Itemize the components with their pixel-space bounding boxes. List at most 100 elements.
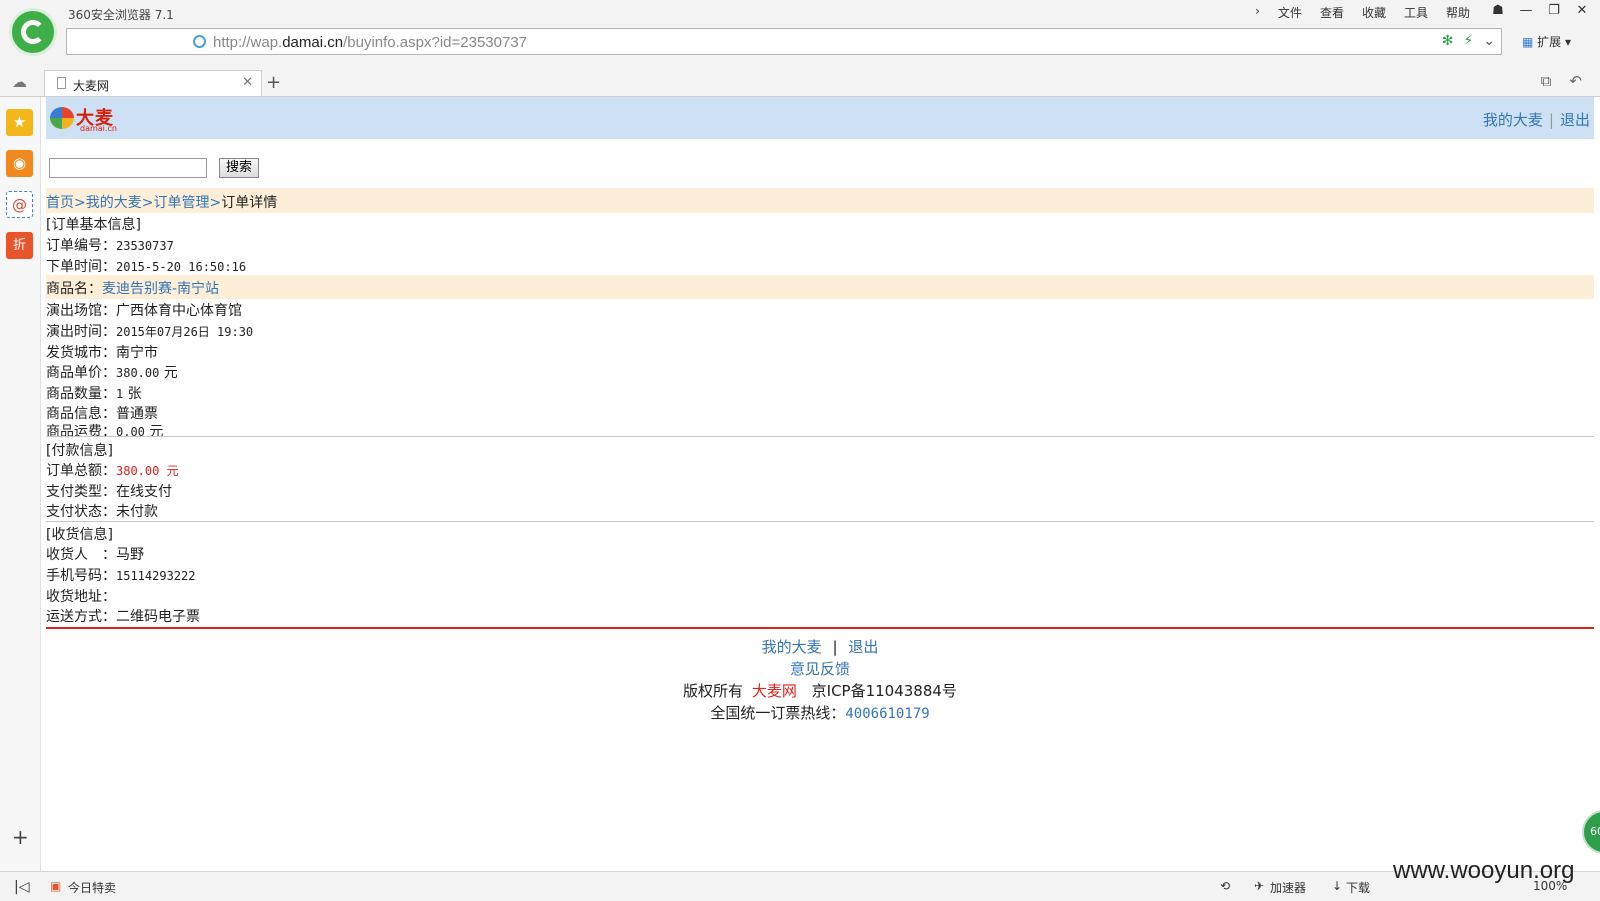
window-list-icon[interactable]: ⧉ <box>1541 72 1552 90</box>
status-bar: |◁ ▣ 今日特卖 ⟲ ✈ 加速器 ↓ 下载 100% <box>0 871 1600 901</box>
site-header: 大麦 damai.cn 我的大麦 | 退出 <box>46 97 1594 139</box>
hotline-number[interactable]: 4006610179 <box>845 706 929 722</box>
caret-down-icon: ▾ <box>1565 35 1572 49</box>
extensions-button[interactable]: ▦ 扩展 ▾ <box>1522 33 1571 50</box>
menu-file[interactable]: 文件 <box>1276 4 1304 21</box>
footer-copyright: 版权所有 大麦网 京ICP备11043884号 <box>683 682 957 700</box>
globe-icon <box>193 35 206 48</box>
divider <box>46 436 1594 437</box>
collapse-sidebar-icon[interactable]: |◁ <box>14 879 29 895</box>
payment-type: 支付类型：在线支付 <box>46 484 172 500</box>
title-bar: 360安全浏览器 7.1 › 文件 查看 收藏 工具 帮助 ☗ — ❐ ✕ <box>0 0 1600 26</box>
receiver: 收货人 ：马野 <box>46 547 144 563</box>
flower-logo-icon <box>50 107 74 129</box>
close-window-button[interactable]: ✕ <box>1568 0 1596 22</box>
section-order-basic: [订单基本信息] <box>46 217 141 233</box>
product-name: 商品名：麦迪告别赛-南宁站 <box>46 281 220 297</box>
history-icon[interactable]: ⟲ <box>1220 879 1230 893</box>
shipping-fee: 商品运费：0.00 元 <box>46 424 164 440</box>
lightning-icon[interactable]: ⚡ <box>1463 33 1473 49</box>
footer-logout-link[interactable]: 退出 <box>848 638 878 656</box>
payment-status: 支付状态：未付款 <box>46 504 158 520</box>
close-tab-icon[interactable]: ✕ <box>242 75 253 90</box>
mail-icon[interactable]: @ <box>6 191 33 218</box>
search-button[interactable]: 搜索 <box>219 158 259 178</box>
unit-price: 商品单价：380.00 元 <box>46 365 178 381</box>
minimize-button[interactable]: — <box>1512 0 1540 22</box>
menu-help[interactable]: 帮助 <box>1444 4 1472 21</box>
address-actions: ✻ ⚡ ⌄ <box>1442 33 1495 49</box>
search-input[interactable] <box>49 158 207 178</box>
speed-ball-icon[interactable]: 60 <box>1582 810 1600 854</box>
order-total-value: 380.00 元 <box>116 464 179 478</box>
site-name-link[interactable]: 大麦网 <box>752 682 797 700</box>
browser-logo-icon[interactable] <box>9 8 57 56</box>
footer-hotline: 全国统一订票热线：4006610179 <box>710 704 930 722</box>
order-number: 订单编号：23530737 <box>46 238 174 254</box>
divider <box>46 521 1594 522</box>
add-sidebar-icon[interactable]: + <box>12 825 29 849</box>
window-controls: ☗ — ❐ ✕ <box>1484 0 1596 22</box>
quantity: 商品数量：1 张 <box>46 386 142 402</box>
header-links: 我的大麦 | 退出 <box>1482 111 1590 129</box>
undo-close-icon[interactable]: ↶ <box>1569 72 1582 90</box>
tab-bar-tools: ⧉ ↶ <box>1541 72 1582 90</box>
delivery-method: 运送方式：二维码电子票 <box>46 609 200 625</box>
breadcrumb-home[interactable]: 首页 <box>46 195 74 211</box>
footer-feedback: 意见反馈 <box>46 658 1594 679</box>
section-payment: [付款信息] <box>46 443 113 459</box>
url-text[interactable]: http://wap.damai.cn/buyinfo.aspx?id=2353… <box>213 34 527 51</box>
maximize-button[interactable]: ❐ <box>1540 0 1568 22</box>
tab-label: 大麦网 <box>73 79 110 93</box>
menu-favorites[interactable]: 收藏 <box>1360 4 1388 21</box>
my-damai-link[interactable]: 我的大麦 <box>1483 111 1543 129</box>
menu-tools[interactable]: 工具 <box>1402 4 1430 21</box>
browser-menu: › 文件 查看 收藏 工具 帮助 <box>1253 4 1472 21</box>
order-total: 订单总额：380.00 元 <box>46 463 179 479</box>
breadcrumb-orders[interactable]: 订单管理 <box>153 195 209 211</box>
breadcrumb-current: 订单详情 <box>221 195 278 211</box>
rocket-icon: ✈ <box>1254 879 1265 893</box>
gift-icon: ▣ <box>50 879 62 893</box>
shirt-icon[interactable]: ☗ <box>1484 0 1512 22</box>
order-time: 下单时间：2015-5-20 16:50:16 <box>46 259 247 275</box>
ship-city: 发货城市：南宁市 <box>46 345 158 361</box>
delivery-address: 收货地址： <box>46 589 116 605</box>
download-icon: ↓ <box>1332 879 1343 893</box>
breadcrumb: 首页>我的大麦>订单管理>订单详情 <box>46 195 278 211</box>
watermark: www.wooyun.org <box>1393 857 1575 884</box>
section-delivery: [收货信息] <box>46 527 113 543</box>
product-link[interactable]: 麦迪告别赛-南宁站 <box>102 281 219 297</box>
security-icon[interactable]: ✻ <box>1442 33 1454 49</box>
breadcrumb-my-damai[interactable]: 我的大麦 <box>86 195 142 211</box>
tab-damai[interactable]: 大麦网 ✕ <box>44 70 262 96</box>
download-button[interactable]: 下载 <box>1346 879 1370 896</box>
menu-arrow-icon[interactable]: › <box>1253 4 1262 21</box>
side-bar: ★ ◉ @ 折 + <box>0 97 41 871</box>
damai-logo[interactable]: 大麦 damai.cn <box>50 103 120 133</box>
venue: 演出场馆：广西体育中心体育馆 <box>46 303 242 319</box>
grid-icon: ▦ <box>1522 35 1534 49</box>
accelerator-button[interactable]: 加速器 <box>1270 879 1306 896</box>
new-tab-button[interactable]: + <box>266 72 281 93</box>
product-info: 商品信息：普通票 <box>46 406 158 422</box>
discount-icon[interactable]: 折 <box>6 232 33 259</box>
favorites-star-icon[interactable]: ★ <box>6 109 33 136</box>
app-title: 360安全浏览器 7.1 <box>68 8 174 22</box>
weibo-icon[interactable]: ◉ <box>6 150 33 177</box>
product-name-bar <box>46 275 1594 299</box>
page-icon <box>57 77 66 89</box>
footer-nav: 我的大麦 | 退出 <box>761 638 879 656</box>
logout-link[interactable]: 退出 <box>1560 111 1590 129</box>
footer-divider <box>46 627 1594 629</box>
menu-view[interactable]: 查看 <box>1318 4 1346 21</box>
show-time: 演出时间：2015年07月26日 19:30 <box>46 324 254 340</box>
daily-deals-link[interactable]: 今日特卖 <box>68 879 116 896</box>
feedback-link[interactable]: 意见反馈 <box>790 660 850 678</box>
tab-bar: ☁ 大麦网 ✕ + ⧉ ↶ <box>0 66 1600 97</box>
breadcrumb-bar <box>46 188 1594 213</box>
address-bar[interactable]: http://wap.damai.cn/buyinfo.aspx?id=2353… <box>66 28 1502 55</box>
footer-my-damai-link[interactable]: 我的大麦 <box>762 638 822 656</box>
chevron-down-icon[interactable]: ⌄ <box>1483 33 1495 49</box>
cloud-icon[interactable]: ☁ <box>12 73 27 91</box>
